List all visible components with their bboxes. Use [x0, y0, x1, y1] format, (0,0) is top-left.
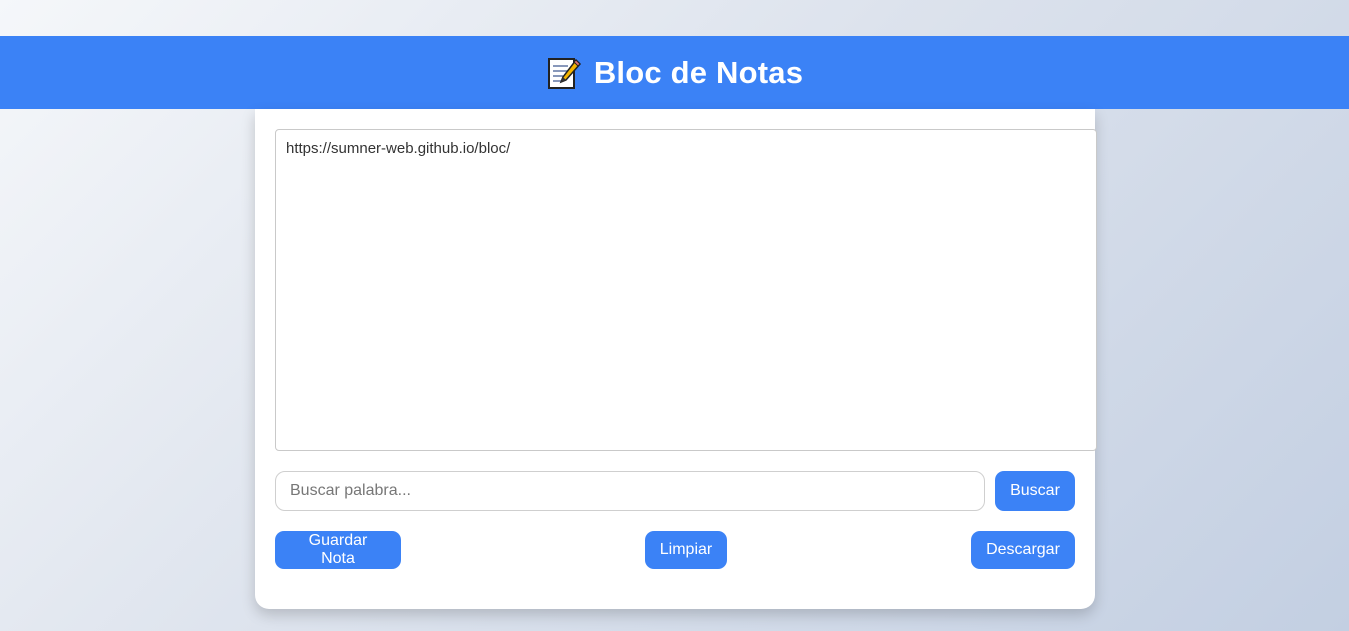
- notes-card: https://sumner-web.github.io/bloc/ Busca…: [255, 109, 1097, 609]
- save-note-button[interactable]: Guardar Nota: [275, 531, 401, 569]
- app-header: Bloc de Notas: [0, 36, 1349, 109]
- search-button[interactable]: Buscar: [995, 471, 1075, 511]
- search-input[interactable]: [275, 471, 985, 511]
- download-button[interactable]: Descargar: [971, 531, 1075, 569]
- memo-icon: [546, 55, 582, 91]
- header-content: Bloc de Notas: [546, 55, 803, 91]
- clear-button[interactable]: Limpiar: [645, 531, 727, 569]
- page-title: Bloc de Notas: [593, 54, 804, 90]
- note-textarea[interactable]: https://sumner-web.github.io/bloc/: [275, 129, 1097, 451]
